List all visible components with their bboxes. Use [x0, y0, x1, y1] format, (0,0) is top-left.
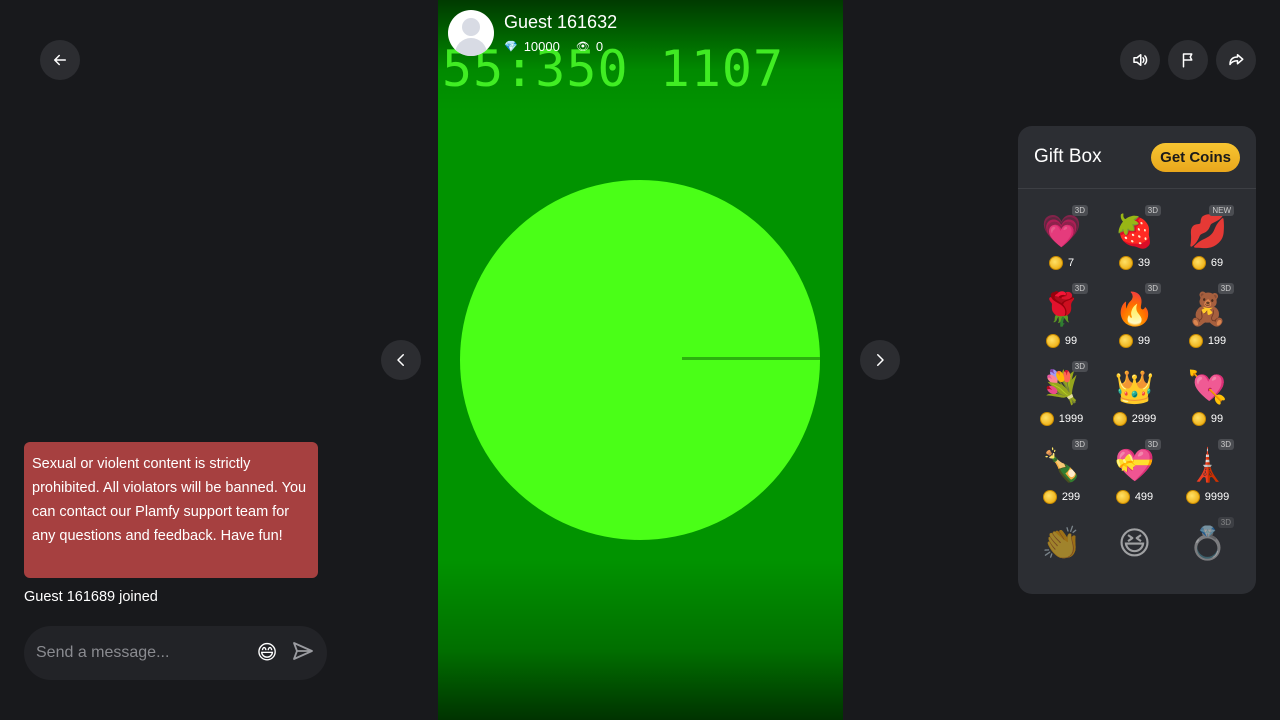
gift-item-teddy-bear[interactable]: 🧸 3D 199	[1171, 283, 1244, 361]
gift-price: 99	[1118, 334, 1151, 348]
gift-price: 299	[1042, 490, 1081, 504]
gift-price-value: 99	[1064, 335, 1078, 347]
gift-item-arrow-heart[interactable]: 💘 99	[1171, 361, 1244, 439]
gift-price: 99	[1191, 412, 1224, 426]
arrow-left-icon	[54, 54, 66, 66]
gift-badge: NEW	[1209, 205, 1234, 216]
coin-icon	[1191, 412, 1206, 426]
coin-icon	[1112, 412, 1127, 426]
gift-item-laughing-face[interactable]: 😆	[1098, 517, 1171, 594]
coin-icon	[1115, 490, 1130, 504]
gift-box-panel: Gift Box Get Coins 💗 3D 7 🍓 3D 39 💋 NEW 69 🌹 3D 99 🔥…	[1018, 126, 1256, 594]
coin-icon	[1045, 334, 1060, 348]
live-stream-video[interactable]: 55:350 1107	[438, 0, 843, 720]
gift-price: 9999	[1185, 490, 1230, 504]
back-button[interactable]	[40, 40, 80, 80]
gift-price: 7	[1048, 256, 1075, 270]
gift-item-fire[interactable]: 🔥 3D 99	[1098, 283, 1171, 361]
gift-item-champagne[interactable]: 🍾 3D 299	[1025, 439, 1098, 517]
speaker-icon	[1133, 54, 1148, 66]
gift-box-title: Gift Box	[1034, 146, 1102, 167]
gift-price-value: 99	[1137, 335, 1151, 347]
gift-badge: 3D	[1144, 439, 1161, 450]
next-stream-button[interactable]	[860, 340, 900, 380]
moderation-notice: Sexual or violent content is strictly pr…	[24, 442, 318, 578]
gift-item-tiara[interactable]: 👑 2999	[1098, 361, 1171, 439]
gift-price-value: 199	[1207, 335, 1227, 347]
gift-badge: 3D	[1144, 283, 1161, 294]
host-info: Guest 161632 💎 10000 👁 0	[448, 10, 617, 56]
stream-green-circle	[460, 180, 820, 540]
clapping-hands-icon: 👏	[1041, 525, 1082, 561]
chevron-left-icon	[397, 354, 404, 366]
get-coins-button[interactable]: Get Coins	[1151, 142, 1240, 172]
gift-price-value: 1999	[1058, 413, 1084, 425]
sound-button[interactable]	[1120, 40, 1160, 80]
gift-badge: 3D	[1217, 283, 1234, 294]
host-name: Guest 161632	[504, 12, 618, 32]
gift-price-value: 39	[1137, 257, 1151, 269]
gift-price-value: 99	[1210, 413, 1224, 425]
eye-icon: 👁	[575, 41, 590, 53]
gift-badge: 3D	[1071, 361, 1088, 372]
gift-price-value: 9999	[1204, 491, 1230, 503]
coin-icon	[1048, 256, 1063, 270]
share-button[interactable]	[1216, 40, 1256, 80]
stream-clock-hand	[682, 357, 820, 360]
diamond-icon: 💎	[504, 41, 518, 53]
tiara-icon: 👑	[1114, 369, 1155, 405]
gift-item-heart-gift-box[interactable]: 💝 3D 499	[1098, 439, 1171, 517]
gift-grid: 💗 3D 7 🍓 3D 39 💋 NEW 69 🌹 3D 99 🔥 3D 99 🧸 3D 199 💐 3D 1999 👑 2…	[1018, 189, 1256, 594]
send-icon	[293, 641, 313, 660]
emoji-button[interactable]: 😄	[255, 641, 279, 665]
arrow-heart-icon: 💘	[1187, 369, 1228, 405]
gift-price: 499	[1115, 490, 1154, 504]
gift-price: 69	[1191, 256, 1224, 270]
gift-item-lips[interactable]: 💋 NEW 69	[1171, 205, 1244, 283]
coin-icon	[1191, 256, 1206, 270]
host-avatar[interactable]	[448, 10, 494, 56]
coin-icon	[1118, 334, 1133, 348]
previous-stream-button[interactable]	[381, 340, 421, 380]
gift-item-clapping-hands[interactable]: 👏	[1025, 517, 1098, 594]
laughing-face-icon: 😆	[1117, 525, 1152, 561]
gift-price: 2999	[1112, 412, 1157, 426]
coin-icon	[1042, 490, 1057, 504]
gift-price: 99	[1045, 334, 1078, 348]
gift-badge: 3D	[1071, 439, 1088, 450]
gift-item-strawberry[interactable]: 🍓 3D 39	[1098, 205, 1171, 283]
gift-item-rose-bouquet[interactable]: 💐 3D 1999	[1025, 361, 1098, 439]
coin-icon	[1118, 256, 1133, 270]
gift-badge: 3D	[1144, 205, 1161, 216]
gift-price-value: 7	[1067, 257, 1075, 269]
gift-badge: 3D	[1071, 205, 1088, 216]
gift-item-follow-me-heart[interactable]: 💗 3D 7	[1025, 205, 1098, 283]
message-input[interactable]	[36, 644, 255, 662]
gift-item-eiffel-tower[interactable]: 🗼 3D 9999	[1171, 439, 1244, 517]
gift-badge: 3D	[1217, 517, 1234, 528]
coin-icon	[1185, 490, 1200, 504]
gift-badge: 3D	[1217, 439, 1234, 450]
gift-badge: 3D	[1071, 283, 1088, 294]
gift-price-value: 499	[1134, 491, 1154, 503]
gift-item-rose[interactable]: 🌹 3D 99	[1025, 283, 1098, 361]
chevron-right-icon	[877, 354, 884, 366]
gift-price-value: 2999	[1131, 413, 1157, 425]
gift-price-value: 299	[1061, 491, 1081, 503]
send-button[interactable]	[291, 639, 315, 668]
viewer-count: 0	[595, 39, 604, 54]
coin-icon	[1188, 334, 1203, 348]
gift-item-diamond-ring[interactable]: 💍 3D	[1171, 517, 1244, 594]
gift-price: 1999	[1039, 412, 1084, 426]
share-arrow-icon	[1229, 54, 1244, 66]
gift-price-value: 69	[1210, 257, 1224, 269]
host-diamond-count: 10000	[523, 39, 560, 54]
coin-icon	[1039, 412, 1054, 426]
report-button[interactable]	[1168, 40, 1208, 80]
flag-icon	[1182, 53, 1193, 68]
chat-message-joined: Guest 161689 joined	[24, 589, 158, 605]
message-composer: 😄	[24, 626, 327, 680]
gift-price: 199	[1188, 334, 1227, 348]
gift-price: 39	[1118, 256, 1151, 270]
